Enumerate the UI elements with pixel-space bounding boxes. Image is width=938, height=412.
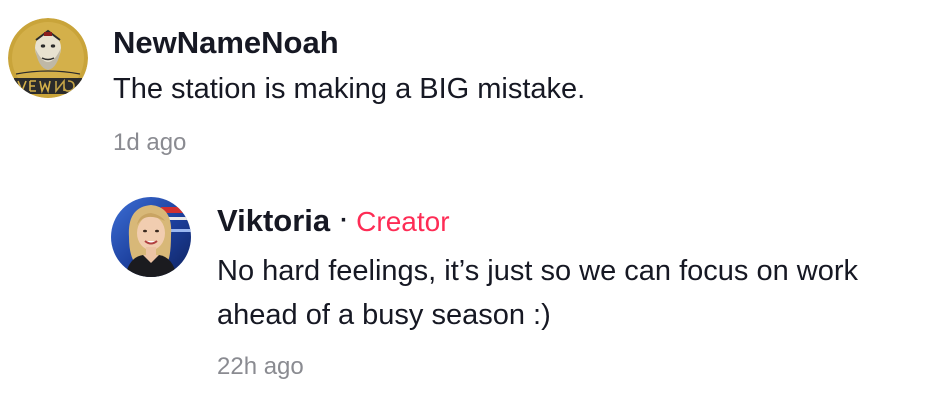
reply-username-row: Viktoria · Creator	[217, 205, 450, 236]
separator-dot: ·	[340, 207, 349, 234]
avatar[interactable]	[111, 197, 191, 277]
gold-logo-avatar-icon	[8, 18, 88, 98]
comment-text: The station is making a BIG mistake.	[113, 73, 586, 105]
reply-timestamp: 22h ago	[217, 353, 304, 380]
user-photo-avatar-icon	[111, 197, 191, 277]
avatar[interactable]	[8, 18, 88, 98]
reply-text: No hard feelings, it’s just so we can fo…	[217, 255, 859, 331]
reply-username[interactable]: Viktoria	[217, 203, 330, 238]
comment-timestamp: 1d ago	[113, 129, 187, 156]
creator-badge: Creator	[356, 206, 450, 237]
comment-username[interactable]: NewNameNoah	[113, 27, 339, 58]
